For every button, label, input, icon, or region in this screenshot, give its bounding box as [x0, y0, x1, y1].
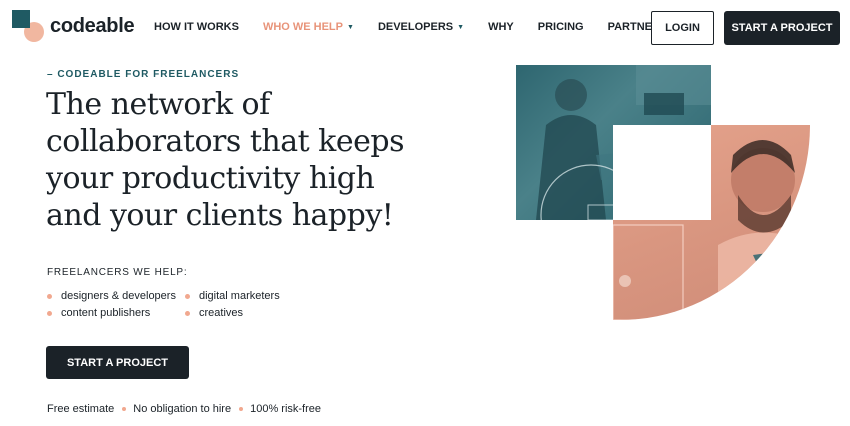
logo-mark-icon [12, 10, 44, 42]
bullet-icon [122, 407, 127, 411]
nav-item-pricing[interactable]: PRICING [538, 21, 584, 33]
start-project-header-button[interactable]: START A PROJECT [724, 11, 840, 45]
list-item: creatives [185, 307, 345, 319]
nav-label: WHO WE HELP [262, 21, 343, 33]
list-item-label: digital marketers [199, 290, 280, 302]
footnote-item: 100% risk-free [250, 403, 322, 415]
nav-label: PRICING [537, 21, 584, 33]
bullet-icon [239, 407, 244, 411]
login-button[interactable]: LOGIN [651, 11, 714, 45]
nav-label: HOW IT WORKS [154, 21, 239, 33]
list-item-label: designers & developers [61, 290, 176, 302]
nav-label: DEVELOPERS [377, 21, 454, 33]
brand-logo[interactable]: codeable [12, 10, 135, 42]
nav-label: WHY [488, 21, 514, 33]
nav-item-how-it-works[interactable]: HOW IT WORKS [154, 21, 239, 33]
chevron-down-icon: ▼ [457, 23, 465, 31]
main-nav: HOW IT WORKS WHO WE HELP ▼ DEVELOPERS ▼ … [154, 21, 702, 33]
decorative-square [613, 125, 711, 220]
bullet-icon [47, 293, 52, 299]
hero-illustration [516, 65, 810, 320]
help-list: designers & developers digital marketers… [47, 290, 347, 319]
bullet-icon [185, 293, 190, 299]
bullet-icon [47, 310, 52, 316]
list-item: digital marketers [185, 290, 345, 302]
footnote-item: No obligation to hire [133, 403, 232, 415]
nav-item-developers[interactable]: DEVELOPERS ▼ [378, 21, 464, 33]
list-item: content publishers [47, 307, 185, 319]
bullet-icon [185, 310, 190, 316]
list-item-label: creatives [199, 307, 244, 319]
brand-name: codeable [50, 14, 135, 37]
hero-headline: The network of collaborators that keeps … [46, 87, 404, 233]
help-title: FREELANCERS WE HELP: [47, 267, 188, 278]
footnote-item: Free estimate [47, 403, 115, 415]
list-item: designers & developers [47, 290, 185, 302]
nav-item-why[interactable]: WHY [488, 21, 514, 33]
list-item-label: content publishers [61, 307, 151, 319]
chevron-down-icon: ▼ [347, 23, 354, 31]
nav-item-who-we-help[interactable]: WHO WE HELP ▼ [263, 21, 354, 33]
hero-eyebrow: – CODEABLE FOR FREELANCERS [47, 69, 240, 80]
cta-footnote: Free estimate No obligation to hire 100%… [47, 403, 321, 415]
start-project-cta-button[interactable]: START A PROJECT [46, 346, 189, 379]
